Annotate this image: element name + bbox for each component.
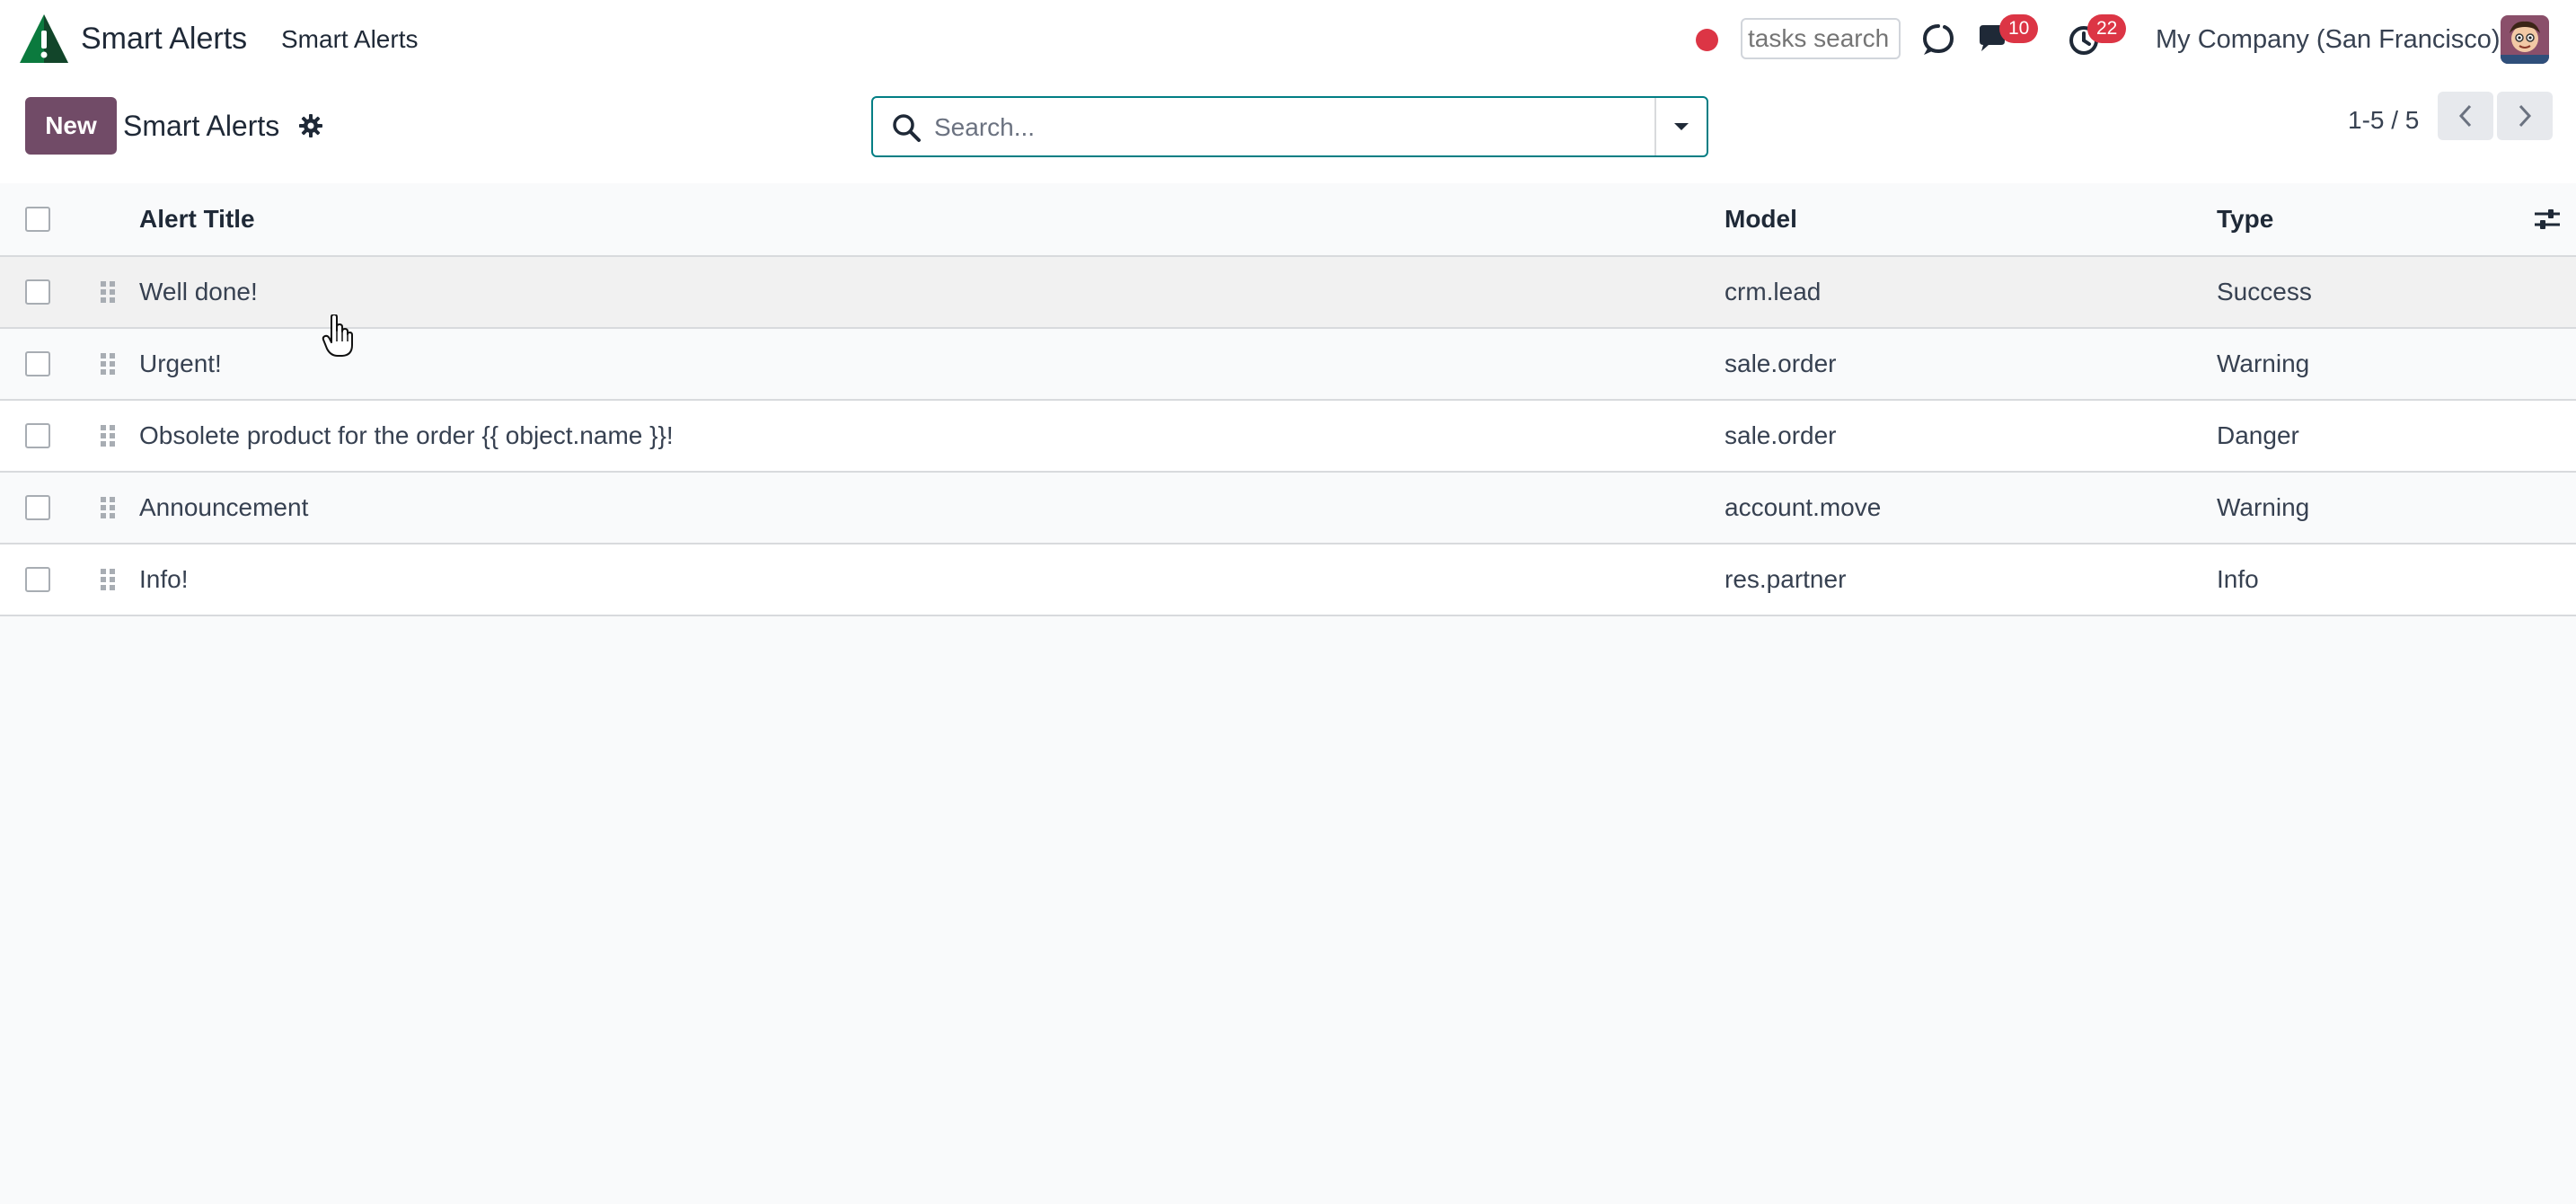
- row-checkbox[interactable]: [25, 495, 50, 520]
- drag-handle-icon[interactable]: [100, 495, 116, 520]
- app-name[interactable]: Smart Alerts: [81, 22, 247, 57]
- top-navbar: Smart Alerts Smart Alerts 10 22 My Compa…: [0, 0, 2576, 81]
- cell-type: Warning: [2217, 350, 2310, 377]
- sliders-icon[interactable]: [2533, 205, 2562, 234]
- cell-model: sale.order: [1725, 421, 1837, 449]
- tasks-search-input[interactable]: [1741, 18, 1901, 59]
- control-panel: New Smart Alerts 1-5 / 5: [0, 81, 2576, 185]
- table-row[interactable]: Urgent! sale.order Warning: [0, 329, 2576, 401]
- cell-type: Danger: [2217, 421, 2299, 449]
- messages-badge: 10: [1999, 14, 2039, 43]
- drag-handle-icon[interactable]: [100, 351, 116, 376]
- pager-previous-button[interactable]: [2438, 92, 2493, 140]
- gear-icon[interactable]: [298, 113, 323, 138]
- caret-down-icon: [1674, 123, 1689, 130]
- table-row[interactable]: Announcement account.move Warning: [0, 473, 2576, 544]
- company-switcher[interactable]: My Company (San Francisco): [2156, 25, 2501, 55]
- cell-alert-title: Urgent!: [139, 350, 222, 377]
- discuss-icon[interactable]: [1920, 22, 1956, 58]
- app-logo-icon[interactable]: [18, 13, 70, 65]
- column-header-type[interactable]: Type: [2217, 183, 2273, 255]
- cell-model: res.partner: [1725, 565, 1847, 593]
- cell-alert-title: Obsolete product for the order {{ object…: [139, 421, 674, 449]
- search-box: [871, 96, 1708, 157]
- cell-type: Warning: [2217, 493, 2310, 521]
- cell-model: account.move: [1725, 493, 1882, 521]
- search-input[interactable]: [932, 105, 1628, 150]
- chevron-right-icon: [2519, 104, 2532, 128]
- row-checkbox[interactable]: [25, 423, 50, 448]
- drag-handle-icon[interactable]: [100, 279, 116, 305]
- row-checkbox[interactable]: [25, 351, 50, 376]
- cell-alert-title: Well done!: [139, 278, 258, 305]
- cell-type: Info: [2217, 565, 2259, 593]
- drag-handle-icon[interactable]: [100, 423, 116, 448]
- cell-alert-title: Info!: [139, 565, 189, 593]
- cell-type: Success: [2217, 278, 2312, 305]
- pager-value[interactable]: 1-5 / 5: [2348, 106, 2419, 135]
- recording-indicator: [1696, 29, 1718, 51]
- row-checkbox[interactable]: [25, 567, 50, 592]
- cell-model: sale.order: [1725, 350, 1837, 377]
- table-row[interactable]: Obsolete product for the order {{ object…: [0, 401, 2576, 473]
- cell-alert-title: Announcement: [139, 493, 309, 521]
- select-all-checkbox[interactable]: [25, 207, 50, 232]
- menu-item-smart-alerts[interactable]: Smart Alerts: [281, 25, 418, 54]
- new-button[interactable]: New: [25, 97, 117, 155]
- column-header-model[interactable]: Model: [1725, 183, 1797, 255]
- chevron-left-icon: [2458, 104, 2472, 128]
- hand-cursor-icon: [322, 314, 353, 357]
- table-header: Alert Title Model Type: [0, 183, 2576, 257]
- cell-model: crm.lead: [1725, 278, 1822, 305]
- search-options-toggle[interactable]: [1654, 98, 1707, 155]
- column-header-alert-title[interactable]: Alert Title: [139, 183, 255, 255]
- table-row[interactable]: Info! res.partner Info: [0, 544, 2576, 616]
- user-avatar[interactable]: [2501, 15, 2549, 64]
- alerts-list: Alert Title Model Type Well done! crm.le…: [0, 183, 2576, 616]
- activities-badge: 22: [2087, 14, 2127, 43]
- table-row[interactable]: Well done! crm.lead Success: [0, 257, 2576, 329]
- drag-handle-icon[interactable]: [100, 567, 116, 592]
- row-checkbox[interactable]: [25, 279, 50, 305]
- pager-next-button[interactable]: [2497, 92, 2553, 140]
- search-icon: [893, 114, 921, 142]
- page-title[interactable]: Smart Alerts: [123, 110, 279, 143]
